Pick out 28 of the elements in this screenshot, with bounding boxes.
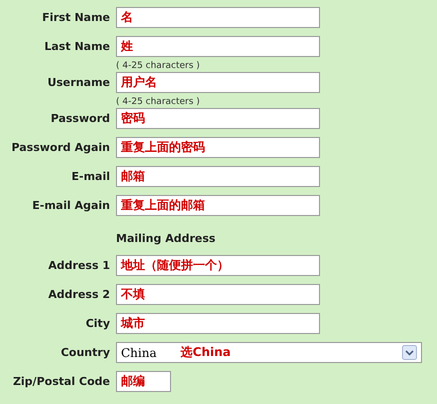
field-label: Username [47,75,110,91]
country-dropdown[interactable]: China 选China [116,342,422,363]
input-field[interactable]: 邮编 [116,371,171,392]
field-label: Zip/Postal Code [12,374,110,390]
field-label: Password [50,111,110,127]
field-label: City [86,316,110,332]
field-label: Last Name [44,39,110,55]
section-heading: Mailing Address [116,232,216,246]
input-field[interactable]: 邮箱 [116,166,320,187]
input-field[interactable]: 密码 [116,108,320,129]
input-field[interactable]: 城市 [116,313,320,334]
field-label: First Name [42,10,110,26]
input-field[interactable]: 不填 [116,284,320,305]
field-label: Address 2 [48,287,110,303]
field-label: E-mail Again [32,198,110,214]
annotation-text: 选China [180,344,231,361]
field-hint: ( 4-25 characters ) [116,61,200,72]
field-label: Address 1 [48,258,110,274]
input-field[interactable]: 地址（随便拼一个） [116,255,320,276]
field-hint: ( 4-25 characters ) [116,97,200,108]
input-field[interactable]: 名 [116,7,320,28]
input-field[interactable]: 用户名 [116,72,320,93]
field-label: E-mail [71,169,110,185]
field-label: Password Again [11,140,110,156]
input-field[interactable]: 姓 [116,36,320,57]
field-label: Country [60,345,110,361]
input-field[interactable]: 重复上面的邮箱 [116,195,320,216]
input-field[interactable]: 重复上面的密码 [116,137,320,158]
